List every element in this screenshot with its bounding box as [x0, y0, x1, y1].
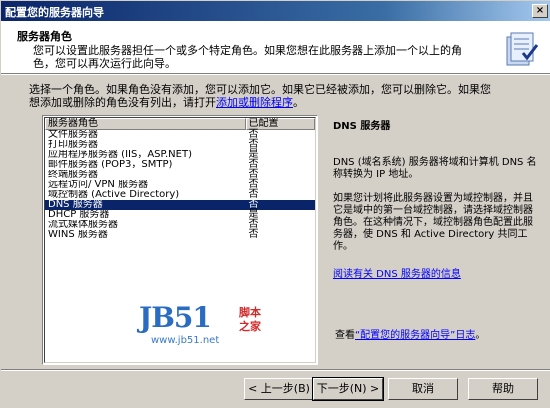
list-item[interactable]: 应用程序服务器 (IIS，ASP.NET) 是 [45, 150, 315, 160]
wizard-header: 服务器角色 您可以设置此服务器担任一个或多个特定角色。如果您想在此服务器上添加一… [1, 21, 550, 74]
list-item[interactable]: 远程访问/ VPN 服务器 否 [45, 180, 315, 190]
list-item[interactable]: 域控制器 (Active Directory) 否 [45, 190, 315, 200]
watermark-text-2: 之家 [239, 320, 261, 333]
role-name: 打印服务器 [48, 140, 98, 150]
role-details-description: DNS (域名系统) 服务器将域和计算机 DNS 名称转换为 IP 地址。 [333, 157, 537, 180]
footer-separator [1, 369, 550, 371]
view-log-prefix: 查看 [335, 330, 355, 341]
help-button[interactable]: 帮助 [468, 378, 538, 400]
list-header: 服务器角色 已配置 [45, 118, 315, 130]
role-details-panel: DNS 服务器 DNS (域名系统) 服务器将域和计算机 DNS 名称转换为 I… [333, 117, 538, 280]
role-name: 文件服务器 [48, 130, 98, 140]
list-item[interactable]: DHCP 服务器 是 [45, 210, 315, 220]
role-name: 终端服务器 [48, 170, 98, 180]
intro-text: 选择一个角色。如果角色没有添加，您可以添加它。如果它已经被添加，您可以删除它。如… [29, 83, 534, 109]
role-name: 邮件服务器 (POP3，SMTP) [48, 160, 173, 170]
page-description-line1: 您可以设置此服务器担任一个或多个特定角色。如果您想在此服务器上添加一个以上的角 [33, 44, 462, 57]
view-log-link[interactable]: “配置您的服务器向导”日志 [355, 330, 475, 341]
list-item[interactable]: 流式媒体服务器 否 [45, 220, 315, 230]
role-name: 流式媒体服务器 [48, 220, 118, 230]
view-log-suffix: 。 [475, 330, 486, 341]
role-name: 应用程序服务器 (IIS，ASP.NET) [48, 150, 192, 160]
intro-line1: 选择一个角色。如果角色没有添加，您可以添加它。如果它已经被添加，您可以删除它。如… [29, 83, 491, 96]
watermark-logo: JB51 [139, 301, 212, 334]
role-details-title: DNS 服务器 [333, 121, 391, 132]
role-name: WINS 服务器 [48, 230, 108, 240]
add-remove-programs-link[interactable]: 添加或删除程序 [216, 96, 293, 109]
list-item[interactable]: WINS 服务器 否 [45, 230, 315, 240]
window-title: 配置您的服务器向导 [5, 6, 104, 19]
cancel-button[interactable]: 取消 [388, 378, 458, 400]
header-divider [1, 74, 550, 75]
back-button[interactable]: < 上一步(B) [244, 378, 314, 400]
list-rows: 文件服务器 否 打印服务器 否 应用程序服务器 (IIS，ASP.NET) 是 … [45, 130, 315, 240]
view-log-line: 查看“配置您的服务器向导”日志。 [335, 326, 485, 341]
role-name: 域控制器 (Active Directory) [48, 190, 180, 200]
list-item-selected[interactable]: DNS 服务器 否 [45, 200, 315, 210]
intro-line2-text: 想添加或删除的角色没有列出，请打开 [29, 96, 216, 109]
role-name: 远程访问/ VPN 服务器 [48, 180, 149, 190]
list-item[interactable]: 终端服务器 否 [45, 170, 315, 180]
close-button[interactable]: × [532, 4, 548, 18]
role-name: DHCP 服务器 [48, 210, 110, 220]
list-item[interactable]: 文件服务器 否 [45, 130, 315, 140]
role-details-note: 如果您计划将此服务器设置为域控制器，并且它是域中的第一台域控制器，请选择域控制器… [333, 193, 533, 252]
role-name: DNS 服务器 [48, 200, 103, 210]
role-configured: 否 [248, 229, 259, 240]
server-checklist-icon [506, 32, 539, 66]
jb51-watermark: JB51 脚本 之家 www.jb51.net [139, 301, 279, 349]
intro-line2: 想添加或删除的角色没有列出，请打开添加或删除程序。 [29, 96, 534, 109]
intro-line2-end: 。 [293, 96, 304, 109]
page-title: 服务器角色 [17, 30, 72, 43]
title-bar: 配置您的服务器向导 × [1, 1, 550, 21]
read-more-link[interactable]: 阅读有关 DNS 服务器的信息 [333, 269, 538, 281]
watermark-url: www.jb51.net [151, 335, 220, 346]
list-item[interactable]: 打印服务器 否 [45, 140, 315, 150]
column-header-role[interactable]: 服务器角色 [45, 118, 246, 130]
list-item[interactable]: 邮件服务器 (POP3，SMTP) 否 [45, 160, 315, 170]
wizard-window: 配置您的服务器向导 × 服务器角色 您可以设置此服务器担任一个或多个特定角色。如… [0, 0, 550, 408]
page-description: 您可以设置此服务器担任一个或多个特定角色。如果您想在此服务器上添加一个以上的角 … [33, 44, 483, 70]
page-description-line2: 色，您可以再次运行此向导。 [33, 57, 176, 70]
read-more-link-text[interactable]: 阅读有关 DNS 服务器的信息 [333, 269, 461, 280]
next-button[interactable]: 下一步(N) > [312, 377, 384, 401]
